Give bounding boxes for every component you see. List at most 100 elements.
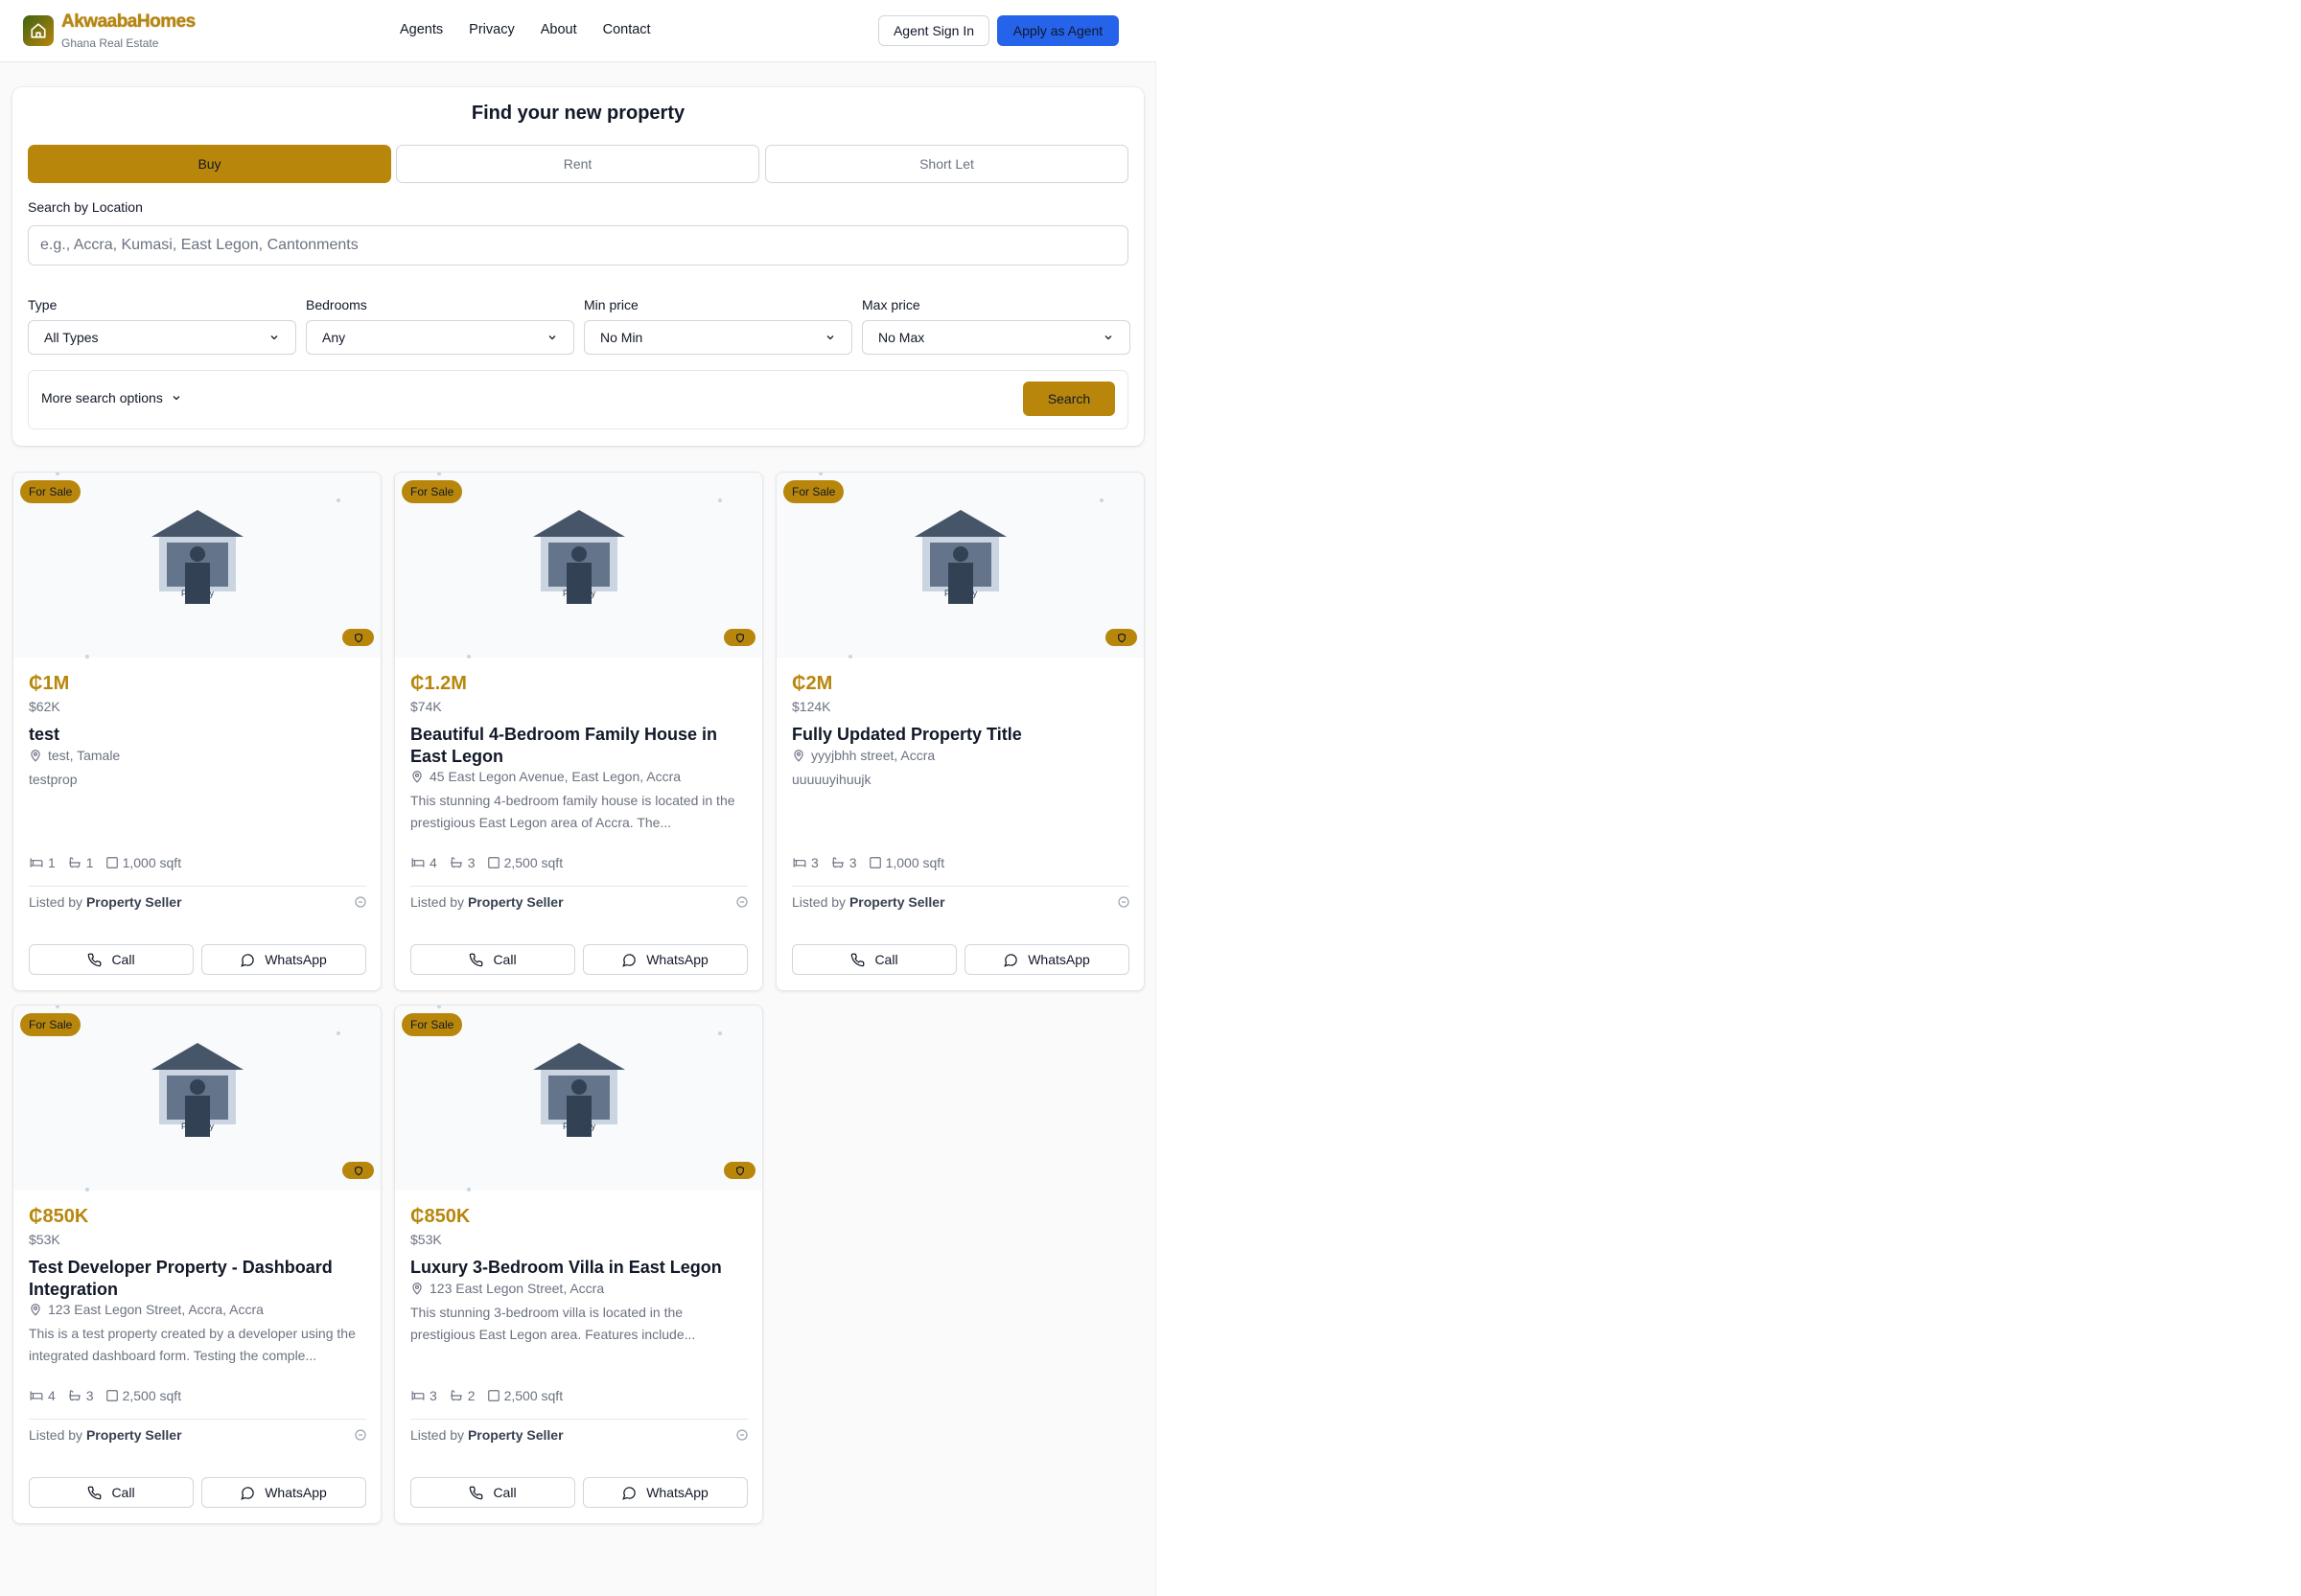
type-select[interactable]: All Types	[28, 320, 296, 355]
agent-sign-in-button[interactable]: Agent Sign In	[878, 15, 989, 46]
info-circle-icon[interactable]	[736, 1429, 748, 1441]
area-value: 1,000 sqft	[122, 855, 182, 870]
bathrooms-count: 3	[467, 855, 476, 870]
area: 2,500 sqft	[105, 1388, 182, 1403]
whatsapp-button[interactable]: WhatsApp	[965, 944, 1129, 975]
call-button[interactable]: Call	[410, 1477, 575, 1508]
apply-as-agent-button[interactable]: Apply as Agent	[997, 15, 1119, 46]
tab-buy[interactable]: Buy	[28, 145, 391, 183]
search-button[interactable]: Search	[1023, 382, 1115, 416]
filter-type-label: Type	[28, 297, 58, 312]
bath-icon	[68, 1390, 81, 1401]
whatsapp-button[interactable]: WhatsApp	[583, 944, 748, 975]
area-value: 2,500 sqft	[122, 1388, 182, 1403]
min-price-select[interactable]: No Min	[584, 320, 852, 355]
divider	[410, 1419, 748, 1420]
verified-badge	[342, 629, 374, 646]
info-circle-icon[interactable]	[355, 1429, 366, 1441]
seller-name[interactable]: Property Seller	[86, 1427, 182, 1443]
whatsapp-button[interactable]: WhatsApp	[201, 1477, 366, 1508]
bedrooms-count: 4	[430, 855, 437, 870]
call-button[interactable]: Call	[29, 944, 194, 975]
property-image[interactable]: Property For Sale	[395, 473, 762, 659]
bathrooms: 1	[67, 855, 94, 870]
property-card[interactable]: Property For Sale ₵850K $53K Test Develo…	[12, 1005, 382, 1524]
info-circle-icon[interactable]	[355, 896, 366, 908]
property-features: 3 3 1,000 sqft	[792, 855, 944, 870]
property-image[interactable]: Property For Sale	[777, 473, 1144, 659]
bedrooms-count: 3	[430, 1388, 437, 1403]
listed-by-prefix: Listed by	[792, 894, 847, 910]
whatsapp-button[interactable]: WhatsApp	[201, 944, 366, 975]
property-image[interactable]: Property For Sale	[13, 1006, 381, 1191]
location-label: Search by Location	[28, 199, 143, 215]
bedrooms-count: 3	[811, 855, 819, 870]
area: 1,000 sqft	[105, 855, 182, 870]
property-card[interactable]: Property For Sale ₵2M $124K Fully Update…	[776, 472, 1145, 991]
verified-badge	[724, 629, 755, 646]
search-panel: Find your new property Buy Rent Short Le…	[12, 87, 1144, 446]
shield-icon	[354, 1166, 362, 1175]
bedrooms-select[interactable]: Any	[306, 320, 574, 355]
seller-name[interactable]: Property Seller	[468, 894, 564, 910]
main-nav: Agents Privacy About Contact	[400, 22, 677, 37]
property-title[interactable]: Beautiful 4-Bedroom Family House in East…	[410, 724, 751, 768]
property-title[interactable]: test	[29, 724, 369, 746]
property-card[interactable]: Property For Sale ₵1.2M $74K Beautiful 4…	[394, 472, 763, 991]
nav-agents[interactable]: Agents	[400, 22, 443, 37]
info-circle-icon[interactable]	[1118, 896, 1129, 908]
call-button[interactable]: Call	[29, 1477, 194, 1508]
listed-by-prefix: Listed by	[29, 1427, 83, 1443]
property-card[interactable]: Property For Sale ₵850K $53K Luxury 3-Be…	[394, 1005, 763, 1524]
nav-about[interactable]: About	[541, 22, 577, 37]
seller-name[interactable]: Property Seller	[849, 894, 945, 910]
address-text: 45 East Legon Avenue, East Legon, Accra	[430, 769, 682, 784]
area-value: 2,500 sqft	[503, 1388, 564, 1403]
more-search-options-button[interactable]: More search options	[41, 390, 182, 405]
call-button[interactable]: Call	[792, 944, 957, 975]
search-title: Find your new property	[471, 103, 686, 124]
bed-icon	[411, 858, 425, 867]
map-pin-icon	[794, 750, 803, 762]
shield-icon	[735, 1166, 744, 1175]
property-features: 4 3 2,500 sqft	[29, 1388, 181, 1403]
call-label: Call	[111, 1485, 135, 1500]
for-sale-badge: For Sale	[20, 1013, 81, 1036]
map-pin-icon	[412, 1283, 422, 1295]
shield-icon	[1117, 633, 1126, 642]
area: 1,000 sqft	[869, 855, 944, 870]
call-label: Call	[493, 1485, 517, 1500]
logo-icon[interactable]	[23, 15, 54, 46]
nav-contact[interactable]: Contact	[603, 22, 651, 37]
seller-name[interactable]: Property Seller	[468, 1427, 564, 1443]
tab-short-let[interactable]: Short Let	[765, 145, 1128, 183]
whatsapp-label: WhatsApp	[646, 1485, 709, 1500]
call-button[interactable]: Call	[410, 944, 575, 975]
tab-rent[interactable]: Rent	[396, 145, 759, 183]
property-image[interactable]: Property For Sale	[13, 473, 381, 659]
brand-name[interactable]: AkwaabaHomes	[61, 12, 196, 33]
location-search-input[interactable]	[28, 225, 1128, 266]
property-image[interactable]: Property For Sale	[395, 1006, 762, 1191]
whatsapp-button[interactable]: WhatsApp	[583, 1477, 748, 1508]
seller-name[interactable]: Property Seller	[86, 894, 182, 910]
price-usd: $53K	[29, 1232, 60, 1247]
nav-privacy[interactable]: Privacy	[469, 22, 515, 37]
house-placeholder-icon: Property	[531, 508, 627, 609]
max-price-select[interactable]: No Max	[862, 320, 1130, 355]
whatsapp-label: WhatsApp	[1028, 952, 1090, 967]
divider	[410, 886, 748, 887]
property-title[interactable]: Test Developer Property - Dashboard Inte…	[29, 1257, 369, 1301]
address-text: 123 East Legon Street, Accra, Accra	[48, 1302, 264, 1317]
bedrooms-count: 1	[48, 855, 56, 870]
price-usd: $62K	[29, 699, 60, 714]
property-card[interactable]: Property For Sale ₵1M $62K test test, Ta…	[12, 472, 382, 991]
property-description: testprop	[29, 772, 78, 787]
info-circle-icon[interactable]	[736, 896, 748, 908]
whatsapp-label: WhatsApp	[646, 952, 709, 967]
property-title[interactable]: Fully Updated Property Title	[792, 724, 1132, 746]
property-title[interactable]: Luxury 3-Bedroom Villa in East Legon	[410, 1257, 751, 1279]
area-value: 2,500 sqft	[503, 855, 564, 870]
area-icon	[105, 1390, 118, 1401]
area-icon	[487, 857, 500, 868]
